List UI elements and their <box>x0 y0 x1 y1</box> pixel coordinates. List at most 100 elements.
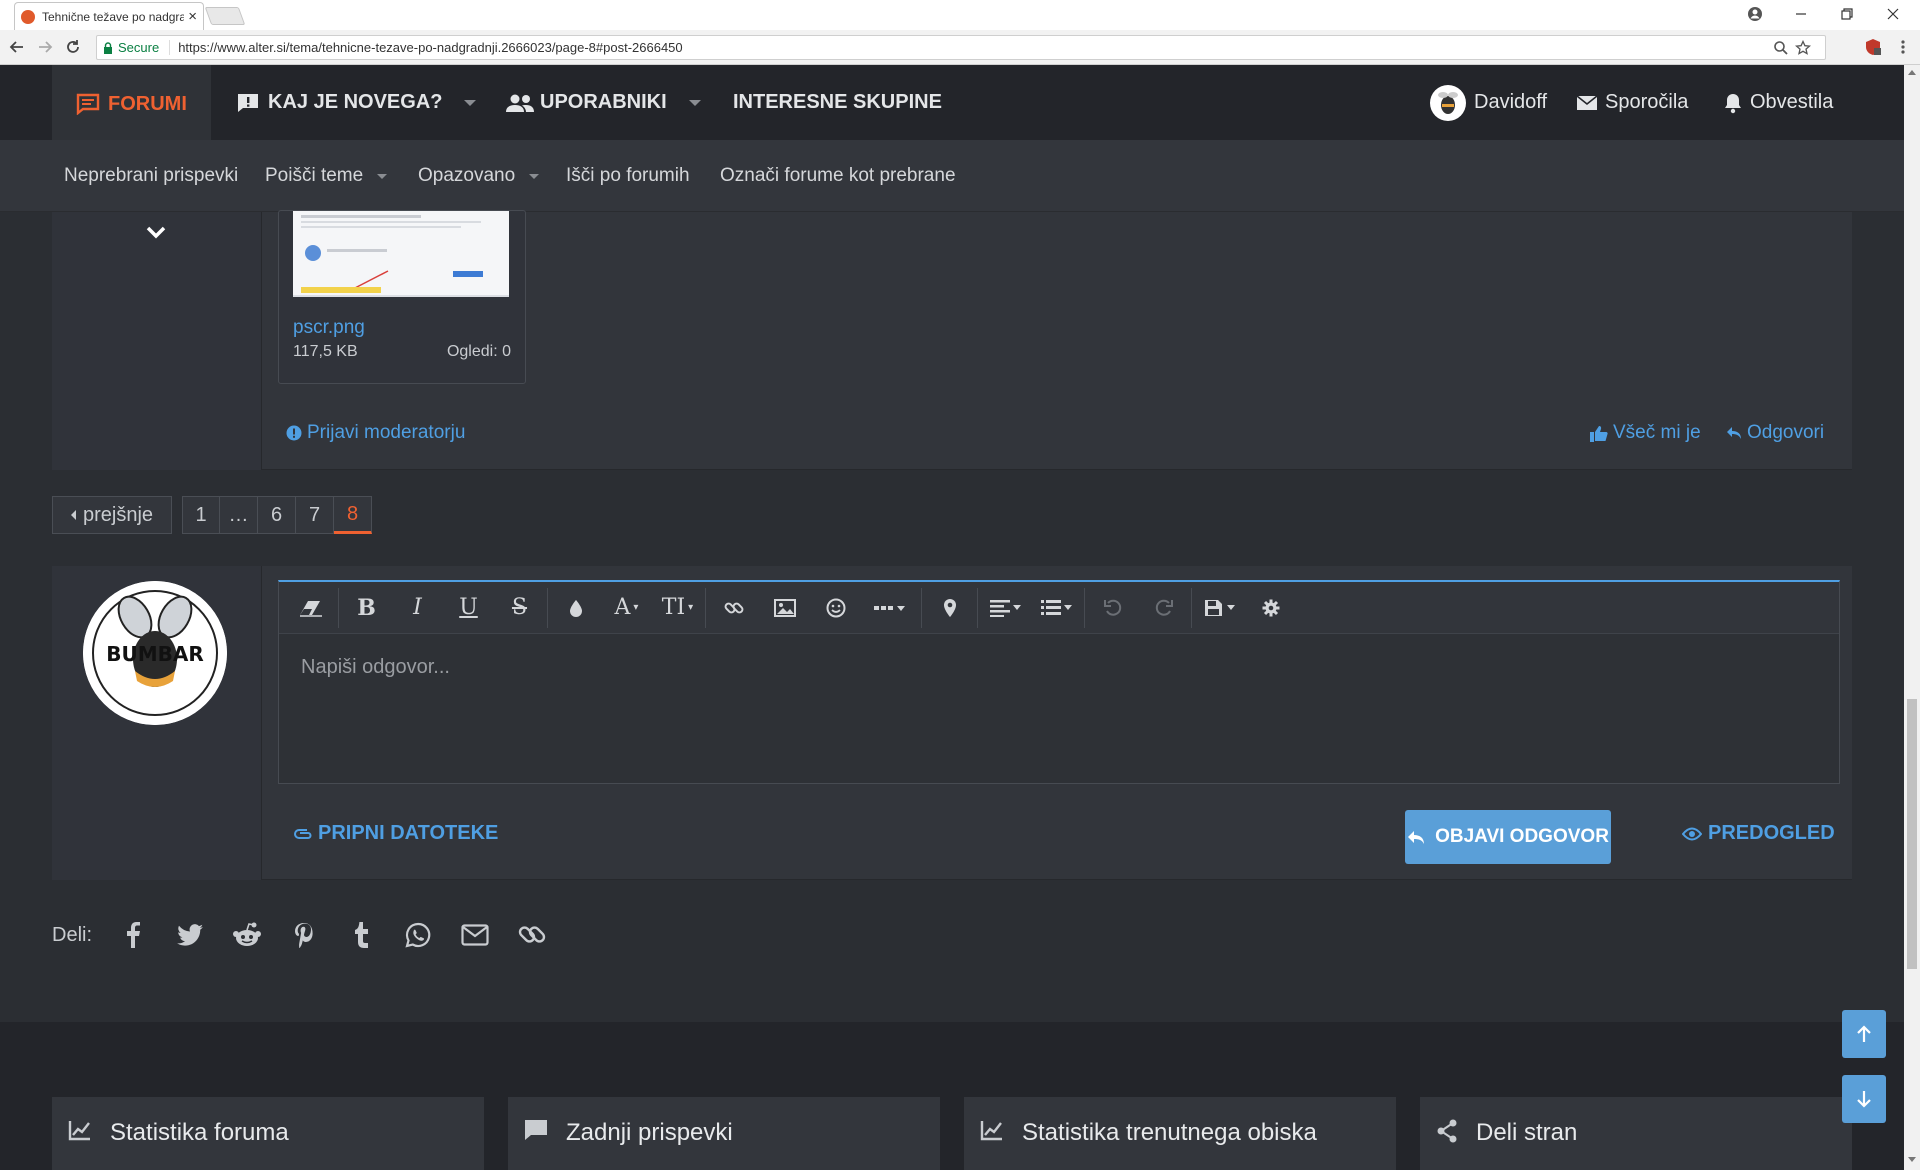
profile-icon[interactable] <box>1732 0 1778 28</box>
map-marker-icon[interactable] <box>924 588 975 628</box>
reply-label: Odgovori <box>1747 422 1825 443</box>
twitter-icon[interactable] <box>161 915 218 955</box>
reply-link[interactable]: Odgovori <box>1726 422 1824 444</box>
like-button[interactable]: Všeč mi je <box>1590 422 1701 444</box>
zoom-icon[interactable] <box>1773 40 1789 56</box>
pagination-page[interactable]: 6 <box>258 496 296 534</box>
footer-card-title: Deli stran <box>1476 1119 1578 1146</box>
subnav-unread-label: Neprebrani prispevki <box>64 165 239 186</box>
align-icon[interactable] <box>980 588 1031 628</box>
post-user-sidebar <box>52 212 262 470</box>
browser-toolbar: Secure https://www.alter.si/tema/tehnicn… <box>0 30 1920 65</box>
extension-shield-icon[interactable] <box>1862 36 1884 58</box>
pagination-ellipsis[interactable]: … <box>220 496 258 534</box>
reload-icon[interactable] <box>62 36 84 58</box>
page-scrollbar[interactable] <box>1904 65 1920 1170</box>
nav-forumi[interactable]: FORUMI <box>52 65 211 140</box>
nav-interesne-skupine[interactable]: INTERESNE SKUPINE <box>733 65 942 140</box>
font-family-icon[interactable]: A ▾ <box>601 588 652 628</box>
footer-card-visit-stats: Statistika trenutnega obiska <box>964 1097 1396 1170</box>
attachment-card[interactable]: pscr.png 117,5 KB Ogledi: 0 <box>278 210 526 384</box>
toolbar-divider <box>977 587 978 628</box>
close-window-icon[interactable] <box>1870 0 1916 28</box>
scroll-to-top-button[interactable] <box>1842 1010 1886 1058</box>
image-icon[interactable] <box>759 588 810 628</box>
gear-icon[interactable] <box>1245 588 1296 628</box>
footer: Statistika foruma Zadnji prispevki Stati… <box>0 1022 1904 1170</box>
more-options-icon[interactable] <box>861 588 919 628</box>
secure-indicator[interactable]: Secure <box>103 40 171 55</box>
bold-icon[interactable]: B <box>341 588 392 628</box>
bookmark-star-icon[interactable] <box>1795 40 1811 56</box>
underline-icon[interactable]: U <box>443 588 494 628</box>
scroll-to-bottom-button[interactable] <box>1842 1075 1886 1123</box>
alerts-link[interactable]: Obvestila <box>1724 65 1833 140</box>
expand-chevron-icon[interactable] <box>145 224 167 240</box>
whatsapp-icon[interactable] <box>389 915 446 955</box>
pagination-page[interactable]: 1 <box>182 496 220 534</box>
chevron-down-icon[interactable] <box>377 173 388 179</box>
chevron-down-icon[interactable] <box>529 173 540 179</box>
attach-files-button[interactable]: PRIPNI DATOTEKE <box>294 822 498 845</box>
attachment-filename[interactable]: pscr.png <box>293 317 365 339</box>
browser-menu-icon[interactable] <box>1892 36 1914 58</box>
avatar <box>1430 84 1466 121</box>
email-icon[interactable] <box>446 915 503 955</box>
user-account-link[interactable]: Davidoff <box>1430 65 1547 140</box>
pagination-prev-button[interactable]: prejšnje <box>52 496 172 534</box>
list-icon[interactable] <box>1031 588 1082 628</box>
smiley-icon[interactable] <box>810 588 861 628</box>
report-link[interactable]: Prijavi moderatorju <box>286 422 465 444</box>
report-label: Prijavi moderatorju <box>307 422 466 443</box>
subnav-mark-read[interactable]: Označi forume kot prebrane <box>720 140 956 212</box>
link-icon[interactable] <box>708 588 759 628</box>
italic-icon[interactable]: I <box>392 588 443 628</box>
nav-kaj-je-novega[interactable]: KAJ JE NOVEGA? <box>236 65 477 140</box>
avatar[interactable]: BUMBAR <box>83 581 227 725</box>
reddit-icon[interactable] <box>218 915 275 955</box>
link-icon[interactable] <box>503 915 560 955</box>
scrollbar-thumb[interactable] <box>1907 699 1917 969</box>
restore-icon[interactable] <box>1824 0 1870 28</box>
save-draft-icon[interactable] <box>1194 588 1245 628</box>
pagination-page[interactable]: 7 <box>296 496 334 534</box>
messages-link[interactable]: Sporočila <box>1576 65 1688 140</box>
post-reply-button[interactable]: OBJAVI ODGOVOR <box>1405 810 1611 864</box>
chevron-down-icon[interactable] <box>688 99 701 106</box>
preview-button[interactable]: PREDOGLED <box>1682 822 1835 845</box>
font-size-icon[interactable]: TI ▾ <box>652 588 703 628</box>
reply-textarea[interactable]: Napiši odgovor... <box>279 634 1839 701</box>
pagination-current-page[interactable]: 8 <box>334 496 372 534</box>
url-text: https://www.alter.si/tema/tehnicne-tezav… <box>178 40 683 55</box>
nav-uporabniki[interactable]: UPORABNIKI <box>506 65 701 140</box>
subnav-search-forums[interactable]: Išči po forumih <box>566 140 690 212</box>
address-bar[interactable]: Secure https://www.alter.si/tema/tehnicn… <box>96 35 1826 60</box>
subnav-find-threads[interactable]: Poišči teme <box>265 140 388 212</box>
scroll-up-arrow-icon[interactable] <box>1908 70 1916 75</box>
chevron-down-icon[interactable] <box>464 99 477 106</box>
redo-icon[interactable] <box>1138 588 1189 628</box>
sub-nav: Neprebrani prispevki Poišči teme Opazova… <box>0 140 1904 212</box>
subnav-watched[interactable]: Opazovano <box>418 140 540 212</box>
undo-icon[interactable] <box>1087 588 1138 628</box>
text-color-icon[interactable] <box>550 588 601 628</box>
browser-tab[interactable]: Tehnične težave po nadgradnji × <box>14 2 204 30</box>
pagination-pages: 1 … 6 7 8 <box>182 496 372 534</box>
tumblr-icon[interactable] <box>332 915 389 955</box>
eraser-icon[interactable] <box>285 588 336 628</box>
forward-icon[interactable] <box>34 36 56 58</box>
subnav-mark-read-label: Označi forume kot prebrane <box>720 165 956 186</box>
attachment-thumbnail[interactable] <box>293 211 509 297</box>
scroll-down-arrow-icon[interactable] <box>1908 1157 1916 1162</box>
new-tab-button[interactable] <box>204 7 246 25</box>
subnav-unread[interactable]: Neprebrani prispevki <box>64 140 238 212</box>
comment-icon <box>525 1120 547 1140</box>
minimize-icon[interactable] <box>1778 0 1824 28</box>
arrow-up-icon <box>1857 1025 1871 1042</box>
strikethrough-icon[interactable]: S <box>494 588 545 628</box>
tab-close-icon[interactable]: × <box>188 8 197 25</box>
quick-reply: BUMBAR B I U S A ▾ TI ▾ Napiši odgovor..… <box>52 566 1852 880</box>
pinterest-icon[interactable] <box>275 915 332 955</box>
facebook-icon[interactable] <box>104 915 161 955</box>
back-icon[interactable] <box>6 36 28 58</box>
